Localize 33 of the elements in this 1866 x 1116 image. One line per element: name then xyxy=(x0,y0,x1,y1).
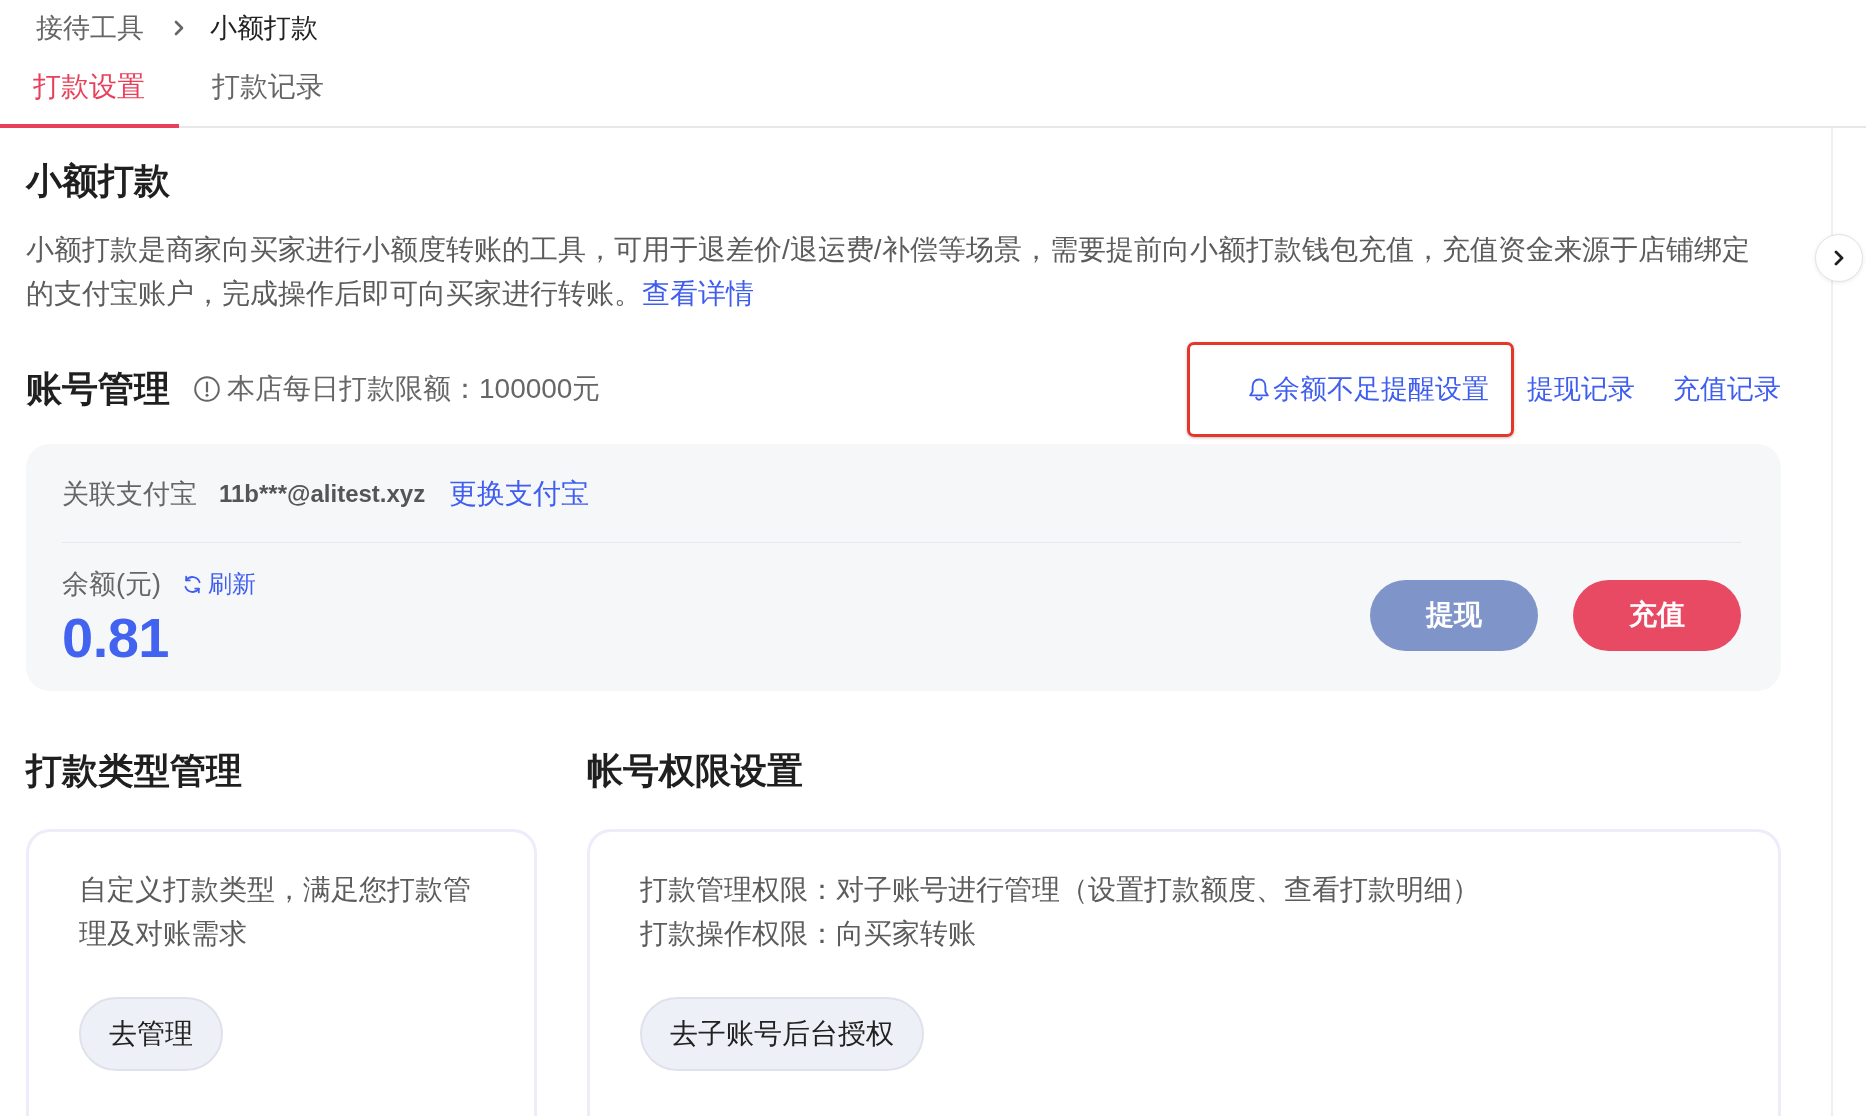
text-link[interactable]: 提现记录 xyxy=(1527,369,1635,409)
pill-button[interactable]: 去管理 xyxy=(79,997,223,1071)
section-title: 打款类型管理 xyxy=(26,749,243,793)
chevron-right-icon xyxy=(1834,250,1844,266)
details-link[interactable]: 查看详情 xyxy=(642,278,754,309)
tab[interactable]: 打款记录 xyxy=(179,48,358,128)
primary-button[interactable]: 充值 xyxy=(1573,579,1741,651)
text-link[interactable]: 充值记录 xyxy=(1673,369,1781,409)
description-text: 小额打款是商家向买家进行小额度转账的工具，可用于退差价/退运费/补偿等场景，需要提前向小额打款钱包充值，充值资金来源于店铺绑定的支付宝账户，完成操作后即可向买家进行转账。查看详情 xyxy=(26,233,1751,311)
tab[interactable]: 打款设置 xyxy=(0,48,179,128)
field-label: 关联支付宝 xyxy=(62,478,197,511)
refresh-icon xyxy=(183,574,202,594)
limit-note: 本店每日打款限额：100000元 xyxy=(227,372,601,406)
account-text: 11b***@alitest.xyz xyxy=(219,479,426,509)
text-link[interactable]: 更换支付宝 xyxy=(449,474,590,514)
bell-icon xyxy=(1249,377,1269,401)
refresh-link[interactable]: 刷新 xyxy=(183,566,256,602)
card-text: 打款管理权限：对子账号进行管理（设置打款额度、查看打款明细） xyxy=(640,873,1481,907)
info-icon xyxy=(194,376,220,402)
card-text: 打款操作权限：向买家转账 xyxy=(640,917,977,951)
secondary-button[interactable]: 提现 xyxy=(1370,579,1538,651)
text-link[interactable]: 余额不足提醒设置 xyxy=(1249,369,1489,409)
card-text: 自定义打款类型，满足您打款管理及对账需求 xyxy=(79,873,472,951)
chevron-right-icon xyxy=(174,20,184,36)
pill-button[interactable]: 去子账号后台授权 xyxy=(640,997,924,1071)
breadcrumb-current: 小额打款 xyxy=(210,12,318,45)
section-title: 账号管理 xyxy=(26,367,170,411)
section-title: 帐号权限设置 xyxy=(587,749,804,793)
page-title: 小额打款 xyxy=(26,159,171,203)
field-label: 余额(元) xyxy=(62,568,161,601)
expand-toggle-button[interactable] xyxy=(1815,234,1863,282)
balance-amount: 0.81 xyxy=(62,606,170,670)
breadcrumb-link[interactable]: 接待工具 xyxy=(36,8,144,48)
